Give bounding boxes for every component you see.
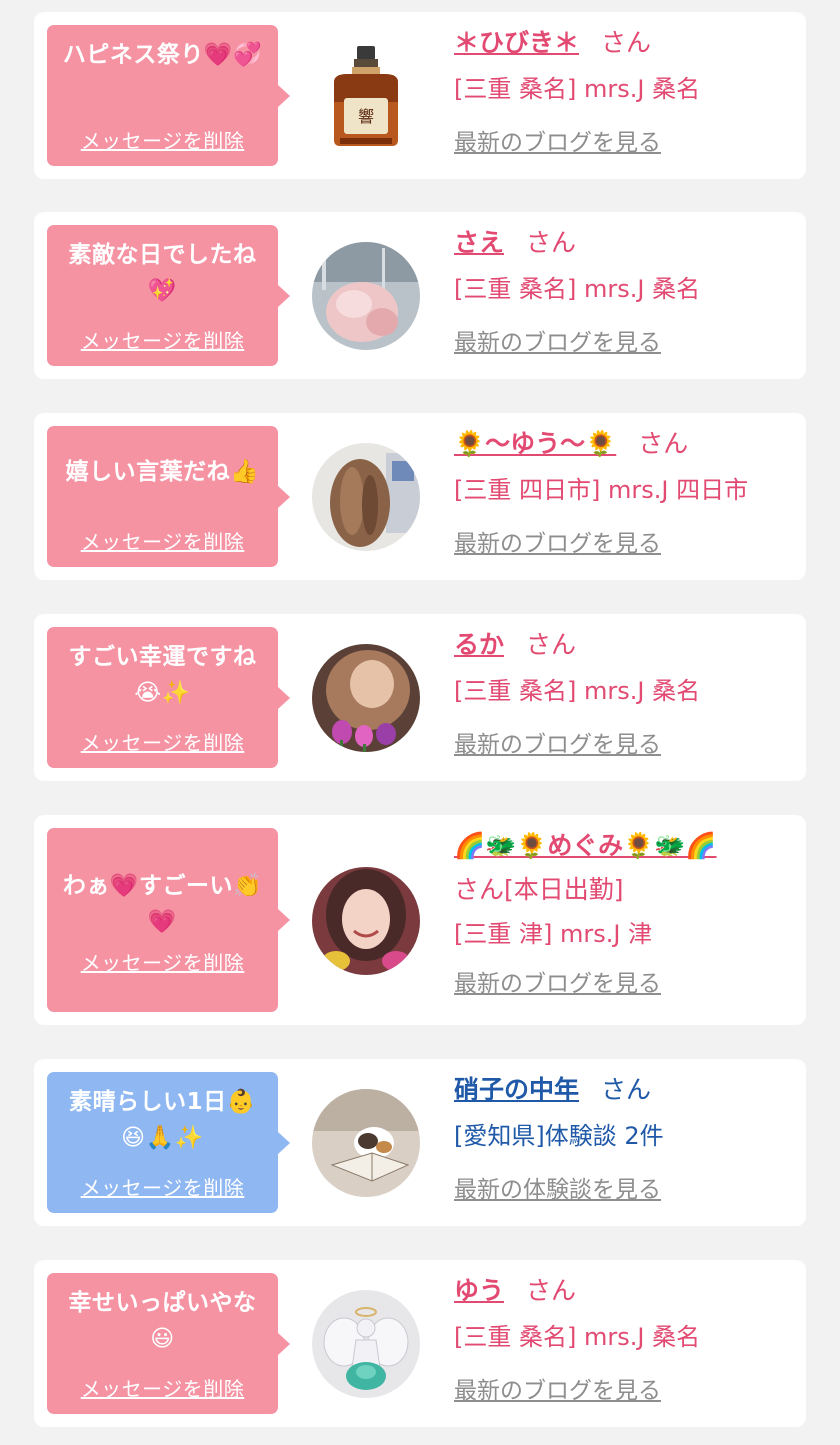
angel-figurine-photo-icon — [312, 1290, 420, 1398]
honorific: さん — [454, 875, 505, 904]
honorific: さん — [601, 28, 652, 57]
message-card: 幸せいっぱいやな😃 メッセージを削除 ゆう さん [三重 桑名] mrs.J 桑名… — [34, 1260, 806, 1427]
user-name-link[interactable]: るか — [454, 630, 504, 659]
latest-blog-link[interactable]: 最新のブログを見る — [454, 969, 661, 999]
user-name-link[interactable]: ゆう — [454, 1276, 504, 1305]
message-text: ハピネス祭り💗💞 — [62, 42, 263, 68]
delete-message-link[interactable]: メッセージを削除 — [81, 526, 245, 555]
pink-clothes-photo-icon — [312, 242, 420, 350]
work-status: [本日出勤] — [504, 875, 624, 904]
delete-message-link[interactable]: メッセージを削除 — [81, 947, 245, 976]
message-card: 嬉しい言葉だね👍 メッセージを削除 🌻〜ゆう〜🌻 さん [三重 四日市] mrs.… — [34, 413, 806, 580]
message-bubble: すごい幸運ですね😭✨ メッセージを削除 — [47, 627, 290, 768]
latest-blog-link[interactable]: 最新のブログを見る — [454, 1376, 661, 1406]
svg-text:響: 響 — [358, 107, 374, 126]
avatar[interactable] — [312, 644, 420, 752]
avatar[interactable] — [312, 1290, 420, 1398]
message-bubble: 素敵な日でしたね💖 メッセージを削除 — [47, 225, 290, 366]
avatar[interactable]: 響 — [312, 42, 420, 150]
message-bubble: 嬉しい言葉だね👍 メッセージを削除 — [47, 426, 290, 567]
user-name-link[interactable]: 硝子の中年 — [454, 1075, 579, 1104]
latest-review-link[interactable]: 最新の体験談を見る — [454, 1175, 661, 1205]
user-name-link[interactable]: さえ — [454, 228, 504, 257]
latest-blog-link[interactable]: 最新のブログを見る — [454, 128, 661, 158]
user-name-link[interactable]: 🌻〜ゆう〜🌻 — [454, 429, 616, 458]
message-card: ハピネス祭り💗💞 メッセージを削除 響 ＊ひびき＊ さん [三重 桑名] mrs.… — [34, 12, 806, 179]
avatar[interactable] — [312, 1089, 420, 1197]
cat-photo-icon — [312, 1089, 420, 1197]
shop-label: [三重 四日市] mrs.J 四日市 — [454, 476, 749, 504]
message-card: 素敵な日でしたね💖 メッセージを削除 さえ さん [三重 桑名] mrs.J 桑名… — [34, 212, 806, 379]
honorific: さん — [638, 429, 689, 458]
message-text: すごい幸運ですね😭✨ — [68, 644, 257, 706]
message-text: 幸せいっぱいやな😃 — [68, 1290, 257, 1352]
whisky-bottle-icon: 響 — [334, 46, 398, 146]
message-bubble: 幸せいっぱいやな😃 メッセージを削除 — [47, 1273, 290, 1414]
shop-label: [愛知県]体験談 2件 — [454, 1122, 664, 1150]
user-info: ＊ひびき＊ さん [三重 桑名] mrs.J 桑名 最新のブログを見る — [454, 26, 799, 158]
user-info: るか さん [三重 桑名] mrs.J 桑名 最新のブログを見る — [454, 628, 799, 760]
latest-blog-link[interactable]: 最新のブログを見る — [454, 328, 661, 358]
smiling-woman-photo-icon — [312, 867, 420, 975]
user-info: さえ さん [三重 桑名] mrs.J 桑名 最新のブログを見る — [454, 226, 799, 358]
user-info: 🌈🐲🌻めぐみ🌻🐲🌈 さん[本日出勤] [三重 津] mrs.J 津 最新のブログ… — [454, 829, 799, 999]
tulip-photo-icon — [312, 644, 420, 752]
user-info: ゆう さん [三重 桑名] mrs.J 桑名 最新のブログを見る — [454, 1274, 799, 1406]
user-info: 硝子の中年 さん [愛知県]体験談 2件 最新の体験談を見る — [454, 1073, 799, 1205]
honorific: さん — [526, 630, 577, 659]
message-text: 素敵な日でしたね💖 — [68, 242, 257, 304]
shop-label: [三重 桑名] mrs.J 桑名 — [454, 1323, 701, 1351]
message-bubble: わぁ💗すごーい👏💗 メッセージを削除 — [47, 828, 290, 1012]
hair-photo-icon — [312, 443, 420, 551]
message-card: 素晴らしい1日👶😆🙏✨ メッセージを削除 硝子の中年 さん [愛知県]体験談 2件… — [34, 1059, 806, 1226]
avatar[interactable] — [312, 443, 420, 551]
delete-message-link[interactable]: メッセージを削除 — [81, 727, 245, 756]
delete-message-link[interactable]: メッセージを削除 — [81, 125, 245, 154]
user-name-link[interactable]: 🌈🐲🌻めぐみ🌻🐲🌈 — [454, 831, 717, 860]
user-info: 🌻〜ゆう〜🌻 さん [三重 四日市] mrs.J 四日市 最新のブログを見る — [454, 427, 799, 559]
message-text: 素晴らしい1日👶😆🙏✨ — [69, 1089, 256, 1151]
honorific: さん — [526, 228, 577, 257]
shop-label: [三重 津] mrs.J 津 — [454, 920, 653, 948]
latest-blog-link[interactable]: 最新のブログを見る — [454, 529, 661, 559]
message-bubble: 素晴らしい1日👶😆🙏✨ メッセージを削除 — [47, 1072, 290, 1213]
honorific: さん — [526, 1276, 577, 1305]
message-bubble: ハピネス祭り💗💞 メッセージを削除 — [47, 25, 290, 166]
message-text: 嬉しい言葉だね👍 — [65, 459, 260, 485]
latest-blog-link[interactable]: 最新のブログを見る — [454, 730, 661, 760]
user-name-link[interactable]: ＊ひびき＊ — [454, 28, 579, 57]
message-text: わぁ💗すごーい👏💗 — [62, 873, 263, 935]
delete-message-link[interactable]: メッセージを削除 — [81, 325, 245, 354]
shop-label: [三重 桑名] mrs.J 桑名 — [454, 75, 701, 103]
delete-message-link[interactable]: メッセージを削除 — [81, 1373, 245, 1402]
message-card: すごい幸運ですね😭✨ メッセージを削除 るか さん [三重 桑名] mrs.J 桑… — [34, 614, 806, 781]
delete-message-link[interactable]: メッセージを削除 — [81, 1172, 245, 1201]
avatar[interactable] — [312, 242, 420, 350]
message-card: わぁ💗すごーい👏💗 メッセージを削除 🌈🐲🌻めぐみ🌻🐲🌈 さん[本日出勤] [三… — [34, 815, 806, 1025]
honorific: さん — [601, 1075, 652, 1104]
shop-label: [三重 桑名] mrs.J 桑名 — [454, 677, 701, 705]
avatar[interactable] — [312, 867, 420, 975]
shop-label: [三重 桑名] mrs.J 桑名 — [454, 275, 701, 303]
